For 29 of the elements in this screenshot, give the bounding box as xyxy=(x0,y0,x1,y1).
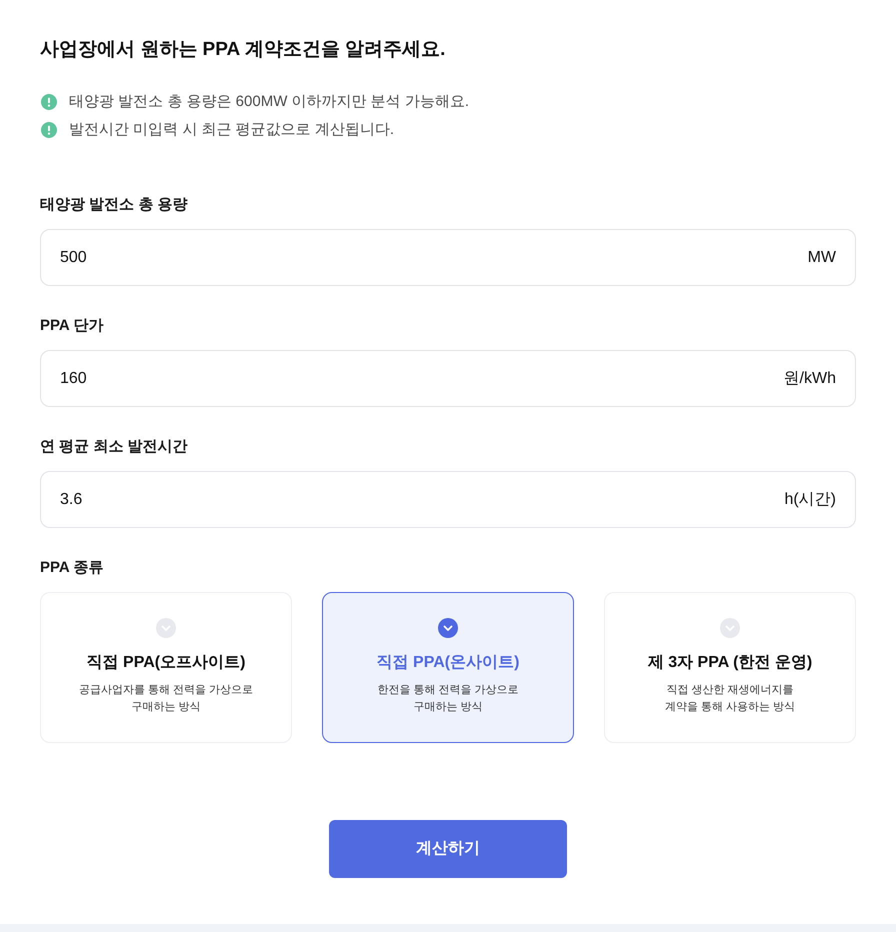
unit-label: MW xyxy=(808,248,836,268)
ppa-option-card[interactable]: 제 3자 PPA (한전 운영) 직접 생산한 재생에너지를 계약을 통해 사용하는 방식 xyxy=(604,592,856,743)
ppa-option-card[interactable]: 직접 PPA(오프사이트) 공급사업자를 통해 전력을 가상으로 구매하는 방식 xyxy=(40,592,292,743)
chevron-down-icon xyxy=(438,618,458,638)
unit-label: h(시간) xyxy=(784,490,836,510)
option-description: 한전을 통해 전력을 가상으로 구매하는 방식 xyxy=(377,683,519,715)
option-description: 공급사업자를 통해 전력을 가상으로 구매하는 방식 xyxy=(78,683,254,715)
option-title: 제 3자 PPA (한전 운영) xyxy=(648,653,812,673)
notice-text: 태양광 발전소 총 용량은 600MW 이하까지만 분석 가능해요. xyxy=(69,92,470,112)
field-label: PPA 종류 xyxy=(40,558,104,578)
field-label: PPA 단가 xyxy=(40,316,104,336)
option-title: 직접 PPA(온사이트) xyxy=(376,653,520,673)
field-label: 연 평균 최소 발전시간 xyxy=(40,437,188,457)
alert-icon xyxy=(41,122,57,138)
option-description: 직접 생산한 재생에너지를 계약을 통해 사용하는 방식 xyxy=(664,683,796,715)
input-field[interactable]: 160 원/kWh xyxy=(40,350,856,407)
alert-icon xyxy=(41,94,57,110)
ppa-option-card[interactable]: 직접 PPA(온사이트) 한전을 통해 전력을 가상으로 구매하는 방식 xyxy=(322,592,574,743)
page-title: 사업장에서 원하는 PPA 계약조건을 알려주세요. xyxy=(40,38,446,62)
option-title: 직접 PPA(오프사이트) xyxy=(86,653,246,673)
input-field[interactable]: 3.6 h(시간) xyxy=(40,471,856,528)
field-label: 태양광 발전소 총 용량 xyxy=(40,195,188,215)
input-value: 3.6 xyxy=(60,490,82,510)
unit-label: 원/kWh xyxy=(784,368,836,388)
calculate-button[interactable]: 계산하기 xyxy=(329,820,567,878)
notice-text: 발전시간 미입력 시 최근 평균값으로 계산됩니다. xyxy=(69,120,394,140)
input-field[interactable]: 500 MW xyxy=(40,229,856,286)
input-value: 160 xyxy=(60,368,87,388)
input-value: 500 xyxy=(60,248,87,268)
